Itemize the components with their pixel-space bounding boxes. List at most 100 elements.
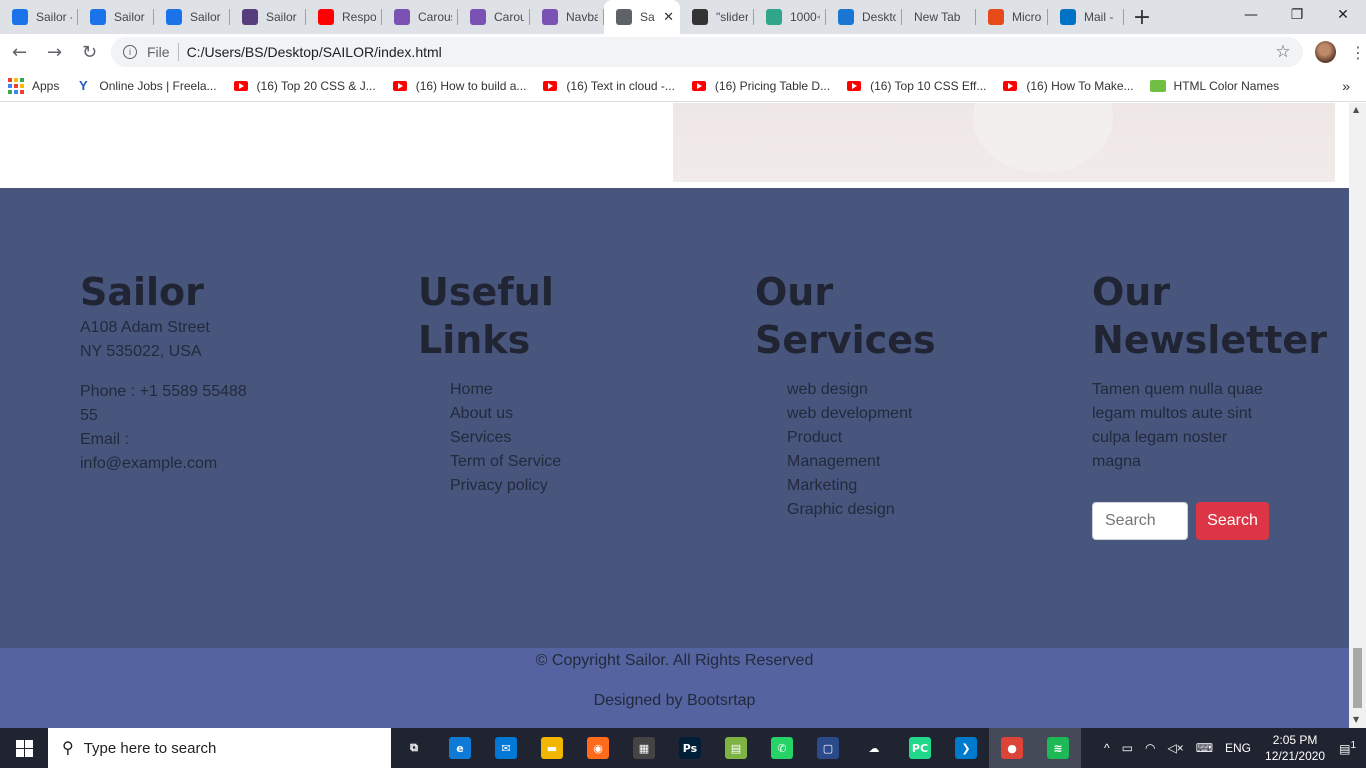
new-tab-button[interactable]: +: [1124, 0, 1160, 34]
service-link[interactable]: Marketing: [787, 474, 1015, 498]
tab-label: Mail -: [1084, 10, 1114, 24]
youtube-icon: [318, 9, 334, 25]
bookmark-item[interactable]: (16) Pricing Table D...: [683, 78, 838, 94]
address-bar-row: ← → ↻ i File C:/Users/BS/Desktop/SAILOR/…: [0, 34, 1366, 70]
browser-tab[interactable]: New Tab: [902, 0, 976, 34]
office-icon: [988, 9, 1004, 25]
browser-tab[interactable]: Navba: [530, 0, 604, 34]
site-info-icon[interactable]: i: [123, 45, 137, 59]
bookmark-item[interactable]: Apps: [0, 77, 67, 94]
browser-tab[interactable]: Sailor -: [0, 0, 78, 34]
profile-avatar[interactable]: [1314, 41, 1336, 63]
taskbar-search[interactable]: ⚲ Type here to search: [48, 728, 391, 768]
notepad-icon[interactable]: ▢: [805, 728, 851, 768]
bookmarks-overflow-button[interactable]: »: [1342, 78, 1350, 94]
battery-icon[interactable]: ▭: [1122, 741, 1133, 755]
service-link[interactable]: web development: [787, 402, 1015, 426]
browser-tab[interactable]: Carous: [458, 0, 530, 34]
sailor-logo-icon: [166, 9, 182, 25]
bookmark-item[interactable]: Y Online Jobs | Freela...: [67, 78, 224, 94]
close-tab-icon[interactable]: ✕: [655, 10, 674, 25]
footer-link[interactable]: Term of Service: [450, 450, 658, 474]
browser-tab[interactable]: 1000+: [754, 0, 826, 34]
footer-link[interactable]: Services: [450, 426, 658, 450]
spotify-icon[interactable]: ≋: [1035, 728, 1081, 768]
service-link[interactable]: Product: [787, 426, 1015, 450]
chrome-icon[interactable]: ●: [989, 728, 1035, 768]
start-button[interactable]: [0, 728, 48, 768]
newsletter-text-line: magna: [1092, 453, 1141, 470]
clock[interactable]: 2:05 PM 12/21/2020: [1265, 732, 1325, 764]
browser-tab[interactable]: Deskto: [826, 0, 902, 34]
browser-tab[interactable]: Sailor |: [230, 0, 306, 34]
tab-label: 1000+: [790, 10, 820, 24]
vertical-scrollbar[interactable]: ▲ ▼: [1349, 103, 1366, 728]
forward-button[interactable]: →: [39, 36, 70, 68]
footer-link[interactable]: About us: [450, 402, 658, 426]
notifications-icon[interactable]: ▤1: [1339, 740, 1356, 756]
scrollbar-thumb[interactable]: [1353, 648, 1362, 708]
taskbar-app-glyph: ▤: [725, 737, 747, 759]
volume-muted-icon[interactable]: ◁×: [1167, 741, 1183, 755]
service-link[interactable]: Management: [787, 450, 1015, 474]
photoshop-icon[interactable]: Ps: [667, 728, 713, 768]
services-title: Our Services: [755, 270, 936, 362]
wifi-icon[interactable]: ◠: [1145, 741, 1155, 755]
color-names-icon: [1149, 78, 1166, 94]
browser-tab[interactable]: "slider: [680, 0, 754, 34]
tab-label: New Tab: [914, 10, 961, 24]
newsletter-search-input[interactable]: [1092, 502, 1188, 540]
browser-tab[interactable]: Sailor |: [154, 0, 230, 34]
browser-tab[interactable]: Sailor -: [78, 0, 154, 34]
bookmark-item[interactable]: (16) How To Make...: [994, 78, 1141, 94]
menu-icon[interactable]: ⋮: [1350, 43, 1366, 62]
email-address[interactable]: info@example.com: [80, 452, 280, 476]
browser-tab[interactable]: Respor: [306, 0, 382, 34]
bookmark-star-icon[interactable]: ☆: [1275, 42, 1290, 62]
scroll-down-arrow-icon[interactable]: ▼: [1353, 715, 1359, 724]
file-explorer-icon[interactable]: ▬: [529, 728, 575, 768]
newsletter-search-button[interactable]: Search: [1196, 502, 1269, 540]
taskbar-app-glyph: Ps: [679, 737, 701, 759]
store-icon[interactable]: ▦: [621, 728, 667, 768]
flag-icon: [838, 9, 854, 25]
tray-chevron-icon[interactable]: ^: [1104, 741, 1110, 755]
bookmark-item[interactable]: (16) Top 20 CSS & J...: [225, 78, 384, 94]
globe-icon: [616, 9, 632, 25]
browser-tab[interactable]: Sai✕: [604, 0, 680, 34]
firefox-icon[interactable]: ◉: [575, 728, 621, 768]
browser-tab[interactable]: Mail -: [1048, 0, 1124, 34]
youtube-icon: [542, 78, 558, 94]
url-text[interactable]: C:/Users/BS/Desktop/SAILOR/index.html: [187, 44, 442, 60]
bookmark-item[interactable]: (16) Text in cloud -...: [534, 78, 683, 94]
vscode-icon[interactable]: ❯: [943, 728, 989, 768]
omnibox[interactable]: i File C:/Users/BS/Desktop/SAILOR/index.…: [111, 37, 1303, 67]
browser-tab[interactable]: Micros: [976, 0, 1048, 34]
footer-link[interactable]: Privacy policy: [450, 474, 658, 498]
spreadsheet-icon[interactable]: ▤: [713, 728, 759, 768]
footer-link[interactable]: Home: [450, 378, 658, 402]
minimize-button[interactable]: —: [1228, 0, 1274, 30]
newsletter-text-line: Tamen quem nulla quae: [1092, 381, 1263, 398]
bookmark-label: (16) How to build a...: [415, 78, 527, 93]
mail-icon[interactable]: ✉: [483, 728, 529, 768]
pycharm-icon[interactable]: PC: [897, 728, 943, 768]
language-indicator[interactable]: ENG: [1225, 741, 1251, 755]
scroll-up-arrow-icon[interactable]: ▲: [1353, 105, 1359, 114]
close-window-button[interactable]: ✕: [1320, 0, 1366, 30]
bookmark-item[interactable]: (16) Top 10 CSS Eff...: [838, 78, 994, 94]
task-view-icon[interactable]: ⧉: [391, 728, 437, 768]
back-button[interactable]: ←: [4, 36, 35, 68]
bookmark-item[interactable]: HTML Color Names: [1142, 78, 1288, 94]
whatsapp-icon[interactable]: ✆: [759, 728, 805, 768]
service-link[interactable]: web design: [787, 378, 1015, 402]
browser-tab[interactable]: Carous: [382, 0, 458, 34]
taskbar-app-glyph: ◉: [587, 737, 609, 759]
reload-button[interactable]: ↻: [74, 36, 105, 68]
edge-icon[interactable]: e: [437, 728, 483, 768]
service-link[interactable]: Graphic design: [787, 498, 1015, 522]
keyboard-icon[interactable]: ⌨: [1196, 741, 1213, 755]
onedrive-icon[interactable]: ☁: [851, 728, 897, 768]
restore-button[interactable]: ❐: [1274, 0, 1320, 30]
bookmark-item[interactable]: (16) How to build a...: [384, 78, 535, 94]
